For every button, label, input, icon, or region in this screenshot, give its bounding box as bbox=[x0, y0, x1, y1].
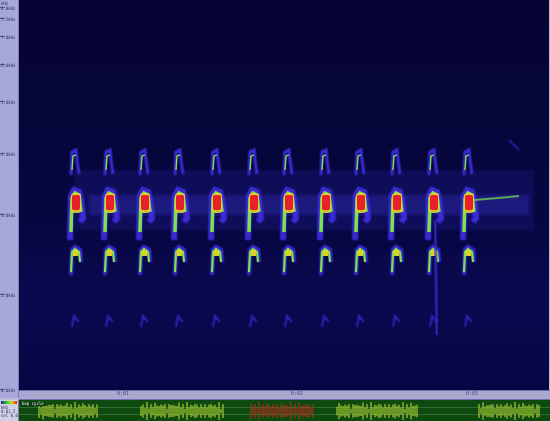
frequency-tick: 2.0kHz bbox=[0, 294, 19, 302]
track-name: bep cycle bbox=[21, 401, 45, 406]
harmonic-lower-energy bbox=[286, 250, 291, 256]
fundamental-peak bbox=[213, 195, 221, 210]
frequency-tick: 4.0kHz bbox=[0, 153, 19, 161]
fundamental-peak bbox=[465, 195, 473, 210]
track-header: kHz 0:01.5 sel 0.0 bbox=[0, 400, 19, 421]
harmonic-lower-energy bbox=[177, 250, 182, 256]
harmonic-lower-energy bbox=[214, 250, 219, 256]
fundamental-peak bbox=[357, 195, 365, 210]
spectrogram-app: kHz 8.0kHz 7.5kHz 7.0kHz 6.0kHz 5.0kHz 4… bbox=[0, 0, 550, 421]
waveform-track[interactable]: bep cycle bbox=[19, 400, 550, 421]
fundamental-peak bbox=[250, 195, 258, 210]
frequency-tick: 8.0kHz bbox=[0, 7, 19, 15]
fundamental-peak bbox=[285, 195, 293, 210]
frequency-ruler: kHz 8.0kHz 7.5kHz 7.0kHz 6.0kHz 5.0kHz 4… bbox=[0, 0, 19, 398]
harmonic-lower-energy bbox=[394, 250, 399, 256]
fundamental-peak bbox=[176, 195, 184, 210]
time-axis[interactable]: 0:01 0:02 0:03 bbox=[19, 390, 550, 400]
frequency-tick: 5.0kHz bbox=[0, 101, 19, 109]
bottom-panel: kHz 0:01.5 sel 0.0 bep cycle bbox=[0, 400, 550, 421]
mini-readout: sel 0.0 bbox=[1, 413, 18, 418]
harmonic-lower-energy bbox=[142, 250, 147, 256]
time-tick: 0:01 bbox=[117, 391, 130, 397]
frequency-tick: 7.0kHz bbox=[0, 36, 19, 44]
fundamental-peak bbox=[72, 195, 80, 210]
waveform-canvas[interactable] bbox=[19, 400, 550, 421]
color-scale-swatch bbox=[1, 401, 17, 404]
harmonic-lower-energy bbox=[73, 250, 78, 256]
time-tick: 0:03 bbox=[466, 391, 479, 397]
fundamental-peak bbox=[393, 195, 401, 210]
frequency-tick: 0.0kHz bbox=[0, 389, 19, 397]
spectrogram-canvas[interactable] bbox=[19, 0, 549, 390]
frequency-tick: 3.0kHz bbox=[0, 214, 19, 222]
harmonic-lower-energy bbox=[323, 250, 328, 256]
harmonic-lower-energy bbox=[358, 250, 363, 256]
fundamental-peak bbox=[430, 195, 438, 210]
time-tick: 0:02 bbox=[291, 391, 304, 397]
harmonic-lower-energy bbox=[251, 250, 256, 256]
fundamental-peak bbox=[322, 195, 330, 210]
fundamental-peak bbox=[106, 195, 114, 210]
fundamental-peak bbox=[141, 195, 149, 210]
harmonic-lower-energy bbox=[107, 250, 112, 256]
frequency-tick: 7.5kHz bbox=[0, 18, 19, 26]
harmonic-lower-energy bbox=[466, 250, 471, 256]
frequency-tick: 6.0kHz bbox=[0, 64, 19, 72]
spectrogram-view[interactable] bbox=[19, 0, 549, 390]
